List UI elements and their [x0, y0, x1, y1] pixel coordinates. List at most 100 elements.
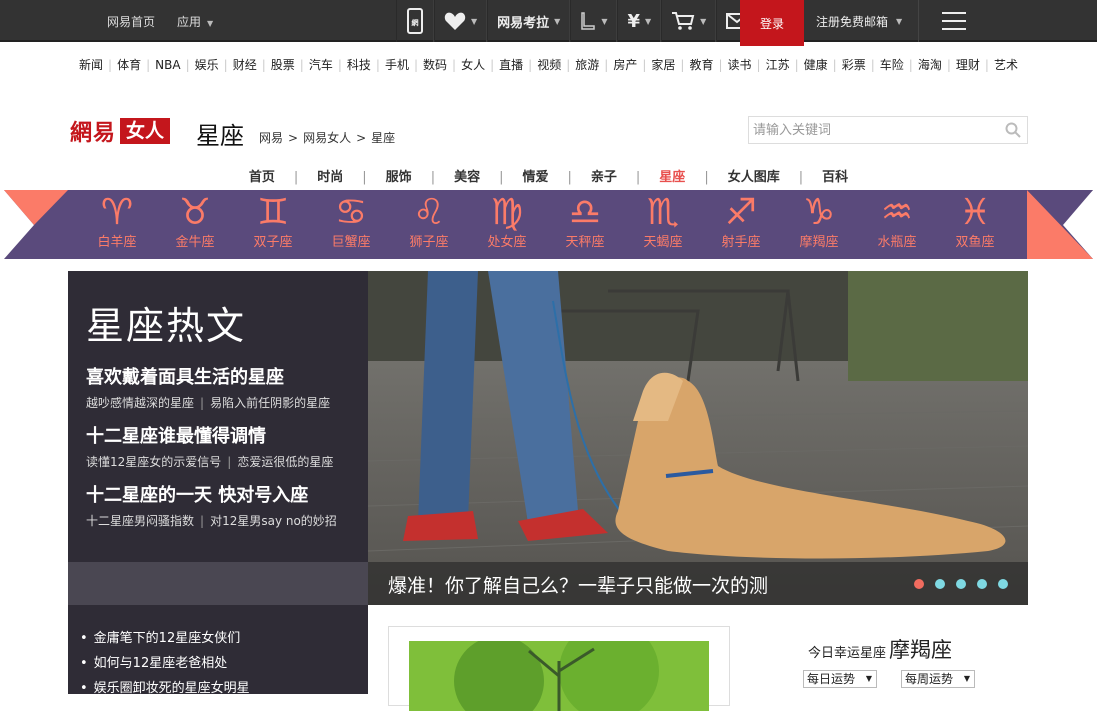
cart-button[interactable]: ▼ — [661, 0, 717, 42]
section-tab[interactable]: 美容 — [454, 166, 480, 185]
divider: | — [946, 58, 951, 72]
channel-link[interactable]: 娱乐 — [195, 56, 219, 73]
channel-link[interactable]: 女人 — [461, 56, 485, 73]
channel-link[interactable]: 旅游 — [575, 56, 599, 73]
channel-link[interactable]: 家居 — [651, 56, 675, 73]
list-item[interactable]: 金庸笔下的12星座女侠们 — [80, 626, 250, 651]
zodiac-item[interactable]: ♑ 摩羯座 — [780, 190, 858, 259]
section-tab[interactable]: 百科 — [822, 166, 848, 185]
channel-link[interactable]: 体育 — [117, 56, 141, 73]
zodiac-item[interactable]: ♉ 金牛座 — [156, 190, 234, 259]
mobile-app-button[interactable]: 網 — [396, 0, 434, 42]
section-tab[interactable]: 女人图库 — [728, 166, 780, 185]
hot-sublink[interactable]: 越吵感情越深的星座 — [86, 396, 194, 410]
channel-link[interactable]: 财经 — [233, 56, 257, 73]
zodiac-glyph-icon: ♋ — [334, 192, 368, 233]
slider-dot[interactable] — [977, 579, 987, 589]
channel-link[interactable]: 彩票 — [842, 56, 866, 73]
breadcrumb-netease[interactable]: 网易 — [259, 131, 283, 145]
daily-fortune-select[interactable]: 每日运势 ▼ — [803, 670, 877, 688]
article-list: 金庸笔下的12星座女侠们如何与12星座老爸相处娱乐圈卸妆死的星座女明星 — [80, 626, 250, 701]
zodiac-item[interactable]: ♒ 水瓶座 — [858, 190, 936, 259]
divider: | — [798, 170, 804, 185]
hot-sublink[interactable]: 恋爱运很低的星座 — [237, 455, 333, 469]
featured-slider[interactable]: 爆准！你了解自己么？一辈子只能做一次的测 — [368, 271, 1028, 605]
zodiac-item[interactable]: ♋ 巨蟹座 — [312, 190, 390, 259]
zodiac-item[interactable]: ♊ 双子座 — [234, 190, 312, 259]
channel-link[interactable]: 健康 — [804, 56, 828, 73]
zodiac-item[interactable]: ♈ 白羊座 — [78, 190, 156, 259]
slider-caption[interactable]: 爆准！你了解自己么？一辈子只能做一次的测 — [388, 571, 768, 598]
channel-link[interactable]: 手机 — [385, 56, 409, 73]
section-tab[interactable]: 服饰 — [386, 166, 412, 185]
card-thumbnail[interactable] — [409, 641, 709, 711]
hamburger-menu-button[interactable] — [918, 0, 988, 42]
apps-menu[interactable]: 应用 ▼ — [177, 13, 213, 30]
register-mail-link[interactable]: 注册免费邮箱 ▼ — [816, 0, 902, 42]
section-tab[interactable]: 时尚 — [317, 166, 343, 185]
slider-dot[interactable] — [956, 579, 966, 589]
shoes-button[interactable]: ▼ — [570, 0, 618, 42]
channel-link[interactable]: 江苏 — [766, 56, 790, 73]
lucky-sign-label: 今日幸运星座 — [808, 646, 887, 661]
slider-dot[interactable] — [914, 579, 924, 589]
daily-fortune-value: 每日运势 — [807, 672, 856, 686]
favorites-button[interactable]: ▼ — [434, 0, 488, 42]
channel-link[interactable]: 车险 — [880, 56, 904, 73]
kaola-menu[interactable]: 网易考拉 ▼ — [487, 0, 571, 42]
zodiac-item[interactable]: ♌ 狮子座 — [390, 190, 468, 259]
divider: | — [293, 170, 299, 185]
channel-link[interactable]: 视频 — [537, 56, 561, 73]
zodiac-item[interactable]: ♐ 射手座 — [702, 190, 780, 259]
zodiac-item[interactable]: ♏ 天蝎座 — [624, 190, 702, 259]
zodiac-item[interactable]: ♓ 双鱼座 — [936, 190, 1014, 259]
channel-link[interactable]: 读书 — [728, 56, 752, 73]
channel-link[interactable]: 房产 — [613, 56, 637, 73]
channel-link[interactable]: 理财 — [956, 56, 980, 73]
list-item[interactable]: 娱乐圈卸妆死的星座女明星 — [80, 676, 250, 701]
channel-link[interactable]: 科技 — [347, 56, 371, 73]
zodiac-glyph-icon: ♌ — [412, 192, 446, 233]
section-tab[interactable]: 首页 — [249, 166, 275, 185]
channel-link[interactable]: 数码 — [423, 56, 447, 73]
section-tab[interactable]: 情爱 — [522, 166, 548, 185]
channel-link[interactable]: 新闻 — [79, 56, 103, 73]
channel-link[interactable]: 汽车 — [309, 56, 333, 73]
netease-lady-logo[interactable]: 網易 女人 — [70, 118, 171, 146]
login-button[interactable]: 登录 — [740, 0, 804, 46]
channel-link[interactable]: 教育 — [689, 56, 713, 73]
hot-sublink[interactable]: 对12星男say no的妙招 — [210, 514, 337, 528]
hot-headline[interactable]: 十二星座的一天 快对号入座 — [86, 485, 308, 506]
section-tab[interactable]: 亲子 — [591, 166, 617, 185]
breadcrumb-lady[interactable]: 网易女人 — [303, 131, 351, 145]
weekly-fortune-select[interactable]: 每周运势 ▼ — [901, 670, 975, 688]
search-input[interactable] — [749, 117, 989, 143]
hot-entry: 十二星座的一天 快对号入座 十二星座男闷骚指数 | 对12星男say no的妙招 — [86, 481, 337, 529]
hot-headline[interactable]: 十二星座谁最懂得调情 — [86, 426, 266, 447]
channel-link[interactable]: 股票 — [271, 56, 295, 73]
zodiac-glyph-icon: ♎ — [568, 192, 602, 233]
slider-dot[interactable] — [935, 579, 945, 589]
phone-icon: 網 — [407, 8, 423, 34]
channel-link[interactable]: 艺术 — [994, 56, 1018, 73]
channel-link[interactable]: NBA — [155, 58, 180, 72]
finance-button[interactable]: ¥ ▼ — [617, 0, 662, 42]
featured-photo[interactable] — [368, 271, 1028, 605]
hot-sublink[interactable]: 读懂12星座女的示爱信号 — [86, 455, 221, 469]
zodiac-item[interactable]: ♎ 天秤座 — [546, 190, 624, 259]
feature-card[interactable] — [388, 626, 730, 711]
hot-headline[interactable]: 喜欢戴着面具生活的星座 — [86, 367, 284, 388]
section-tab[interactable]: 星座 — [659, 166, 685, 185]
netease-home-link[interactable]: 网易首页 — [107, 13, 155, 30]
channel-link[interactable]: 海淘 — [918, 56, 942, 73]
hot-sublink[interactable]: 十二星座男闷骚指数 — [86, 514, 194, 528]
hot-sublink[interactable]: 易陷入前任阴影的星座 — [210, 396, 330, 410]
list-item[interactable]: 如何与12星座老爸相处 — [80, 651, 250, 676]
divider: | — [413, 58, 418, 72]
channel-link[interactable]: 直播 — [499, 56, 523, 73]
breadcrumb-arrow: > — [288, 131, 299, 145]
zodiac-item[interactable]: ♍ 处女座 — [468, 190, 546, 259]
dropdown-arrow-icon: ▼ — [865, 674, 872, 683]
search-icon[interactable] — [1005, 122, 1021, 138]
slider-dot[interactable] — [998, 579, 1008, 589]
